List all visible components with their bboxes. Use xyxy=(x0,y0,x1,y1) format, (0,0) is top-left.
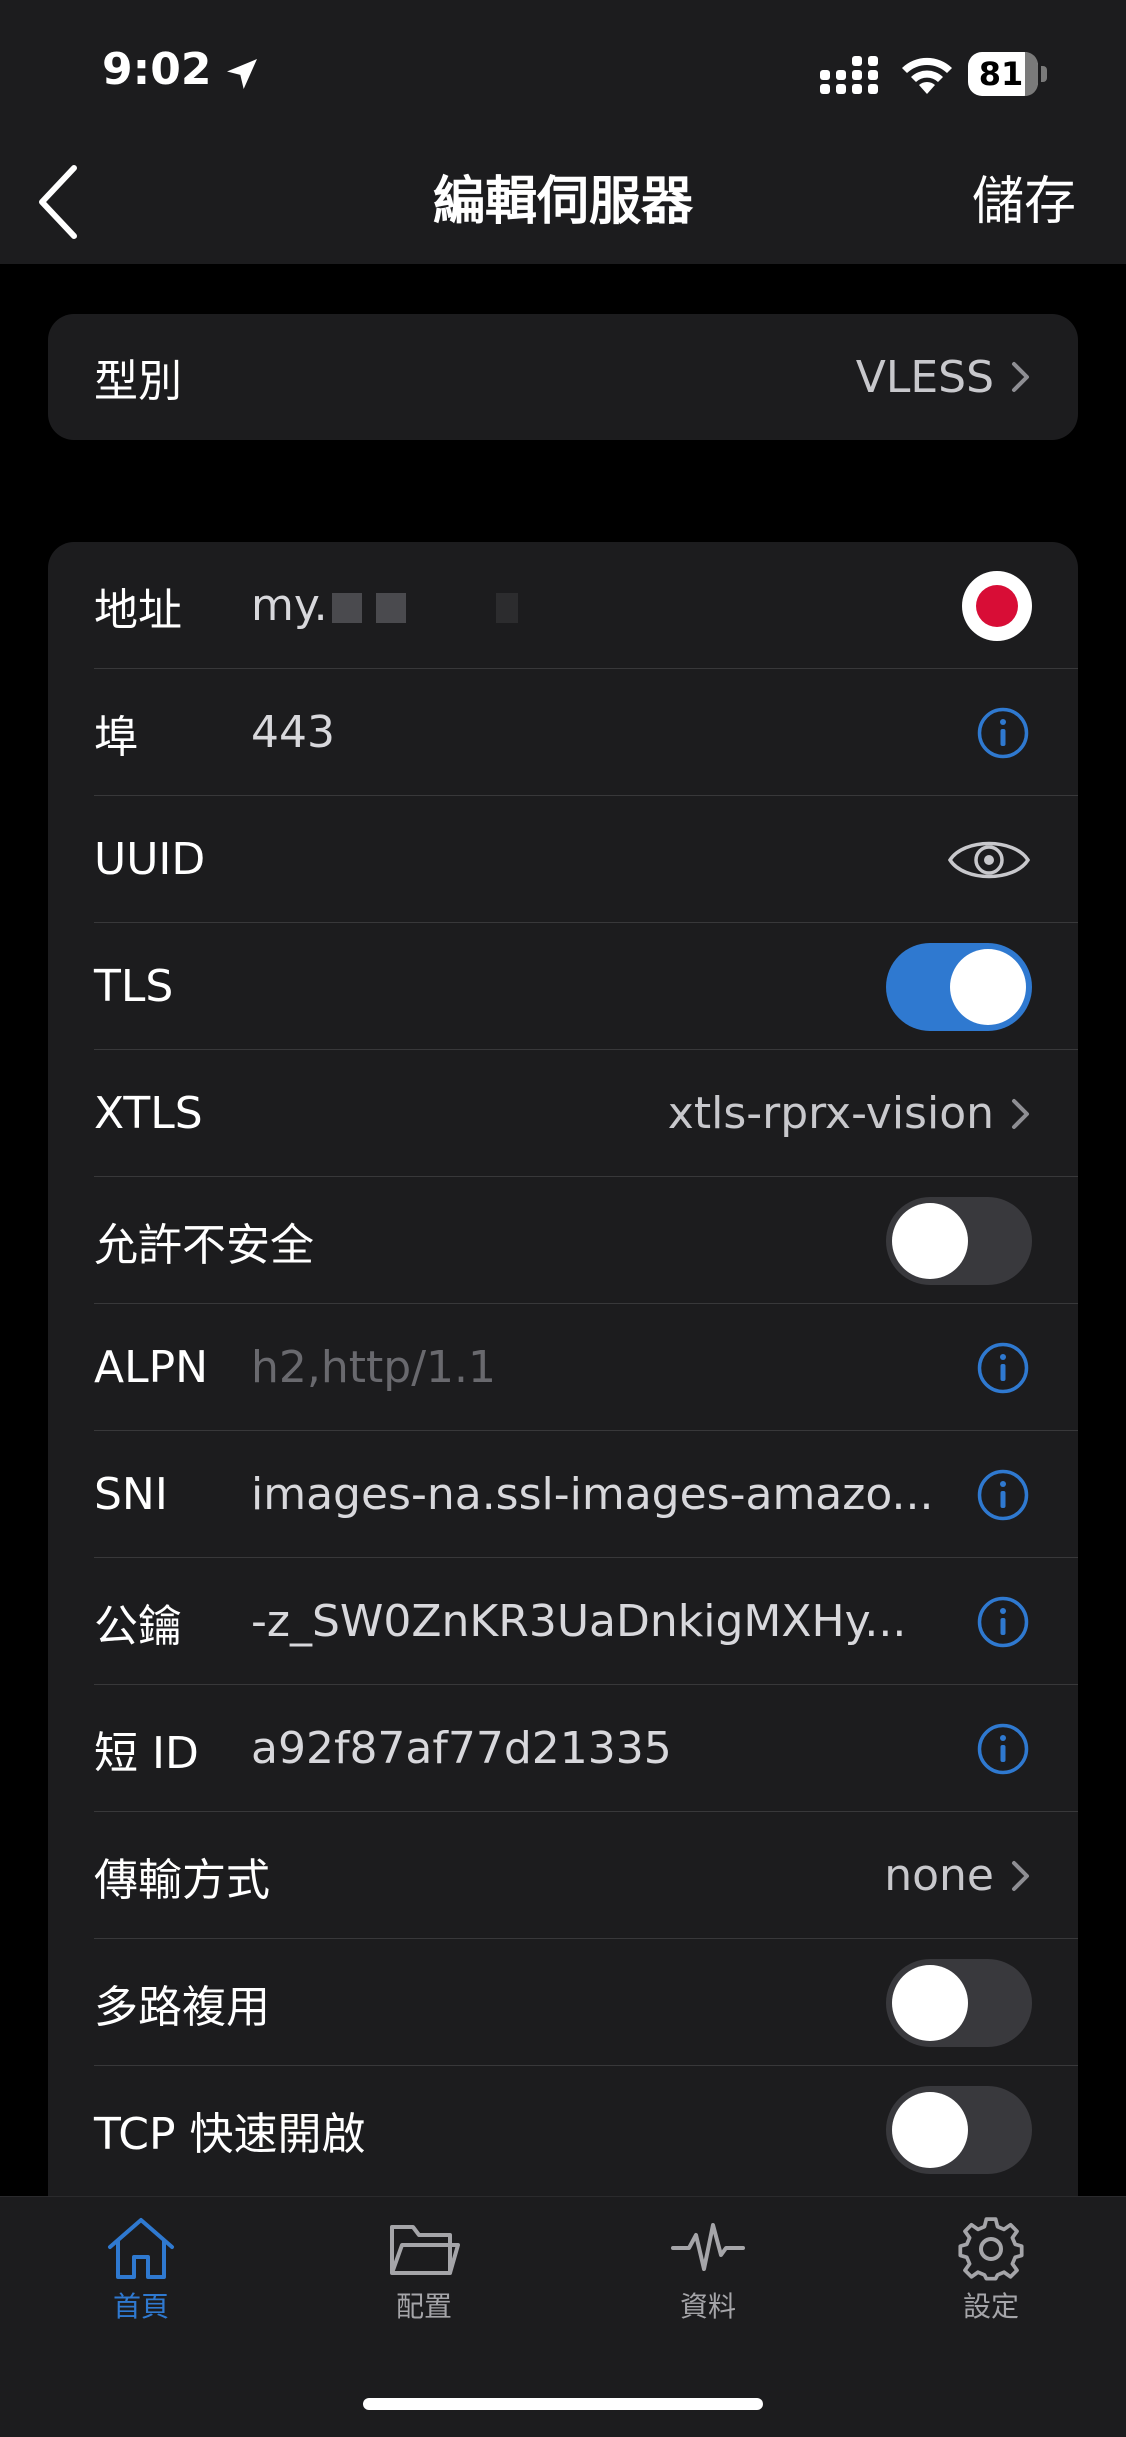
transport-label: 傳輸方式 xyxy=(94,1854,270,1906)
tab-label: 首頁 xyxy=(112,2290,169,2323)
address-value: my. xyxy=(251,580,328,631)
xtls-label: XTLS xyxy=(94,1088,203,1139)
short-id-row[interactable]: 短 ID a92f87af77d21335 xyxy=(48,1685,1078,1812)
type-row[interactable]: 型別 VLESS xyxy=(48,314,1078,440)
tab-config[interactable]: 配置 xyxy=(349,2215,499,2325)
allow-insecure-label: 允許不安全 xyxy=(94,1219,314,1271)
tab-home[interactable]: 首頁 xyxy=(66,2215,216,2325)
info-icon[interactable] xyxy=(976,1595,1030,1649)
home-icon xyxy=(108,2218,174,2279)
transport-value: none xyxy=(884,1850,994,1901)
address-label: 地址 xyxy=(94,584,182,636)
tls-row: TLS xyxy=(48,923,1078,1050)
chevron-right-icon xyxy=(1012,1098,1029,1129)
server-settings-card: 地址 my. 埠 443 UUID TLS XTLS xtls-rprx-vis… xyxy=(48,542,1078,2242)
toggle-knob xyxy=(950,948,1026,1025)
short-id-field[interactable]: a92f87af77d21335 xyxy=(251,1723,672,1774)
cellular-signal-icon xyxy=(820,56,878,94)
tcp-fast-open-row: TCP 快速開啟 xyxy=(48,2066,1078,2193)
chevron-right-icon xyxy=(1012,362,1029,392)
page-title: 編輯伺服器 xyxy=(432,172,693,232)
port-row[interactable]: 埠 443 xyxy=(48,669,1078,796)
battery-icon: 81 xyxy=(968,52,1048,98)
sni-label: SNI xyxy=(94,1469,168,1520)
info-icon[interactable] xyxy=(976,1468,1030,1522)
tab-data[interactable]: 資料 xyxy=(633,2215,783,2325)
sni-field[interactable]: images-na.ssl-images-amazo... xyxy=(251,1469,933,1520)
mux-label: 多路複用 xyxy=(94,1981,270,2033)
redaction-mask xyxy=(331,593,362,623)
tls-label: TLS xyxy=(94,961,174,1012)
port-label: 埠 xyxy=(94,711,138,763)
port-field[interactable]: 443 xyxy=(251,707,335,758)
tcp-fast-open-label: TCP 快速開啟 xyxy=(94,2108,366,2160)
alpn-field[interactable]: h2,http/1.1 xyxy=(251,1342,496,1393)
tls-toggle[interactable] xyxy=(886,942,1032,1031)
type-label: 型別 xyxy=(94,356,182,407)
type-value: VLESS xyxy=(855,351,994,403)
xtls-row[interactable]: XTLS xtls-rprx-vision xyxy=(48,1050,1078,1177)
toggle-knob xyxy=(892,2091,968,2168)
allow-insecure-row: 允許不安全 xyxy=(48,1177,1078,1304)
battery-percent: 81 xyxy=(978,55,1024,93)
uuid-row[interactable]: UUID xyxy=(48,796,1078,923)
xtls-value: xtls-rprx-vision xyxy=(667,1088,994,1139)
mux-toggle[interactable] xyxy=(886,1958,1032,2047)
transport-row[interactable]: 傳輸方式 none xyxy=(48,1812,1078,1939)
chevron-right-icon xyxy=(1012,1860,1029,1891)
type-card: 型別 VLESS xyxy=(48,314,1078,440)
info-icon[interactable] xyxy=(976,1341,1030,1395)
gear-icon xyxy=(958,2217,1024,2281)
info-icon[interactable] xyxy=(976,1722,1030,1776)
uuid-label: UUID xyxy=(94,834,206,885)
folder-icon xyxy=(390,2225,460,2275)
public-key-label: 公鑰 xyxy=(94,1600,182,1652)
toggle-knob xyxy=(892,1202,968,1279)
tcp-fast-open-toggle[interactable] xyxy=(886,2085,1032,2174)
address-row[interactable]: 地址 my. xyxy=(48,542,1078,669)
info-icon[interactable] xyxy=(976,706,1030,760)
save-button[interactable]: 儲存 xyxy=(972,160,1076,244)
tab-label: 資料 xyxy=(679,2290,736,2323)
top-bar: 9:02 81 編輯伺服器 儲存 xyxy=(0,0,1126,264)
address-field[interactable]: my. xyxy=(251,580,518,631)
public-key-row[interactable]: 公鑰 -z_SW0ZnKR3UaDnkigMXHy... xyxy=(48,1558,1078,1685)
sni-row[interactable]: SNI images-na.ssl-images-amazo... xyxy=(48,1431,1078,1558)
tab-label: 配置 xyxy=(395,2290,452,2323)
public-key-field[interactable]: -z_SW0ZnKR3UaDnkigMXHy... xyxy=(251,1596,906,1647)
home-indicator xyxy=(363,2398,763,2410)
record-dot-icon xyxy=(976,584,1018,627)
tab-label: 設定 xyxy=(962,2290,1019,2323)
toggle-knob xyxy=(892,1964,968,2041)
mux-row: 多路複用 xyxy=(48,1939,1078,2066)
redaction-mask xyxy=(375,593,406,623)
status-time: 9:02 xyxy=(102,44,212,95)
eye-icon[interactable] xyxy=(946,832,1032,888)
tab-settings[interactable]: 設定 xyxy=(916,2215,1066,2325)
short-id-label: 短 ID xyxy=(94,1727,199,1779)
location-arrow-icon xyxy=(227,59,257,89)
record-button[interactable] xyxy=(962,570,1032,641)
redaction-mask xyxy=(495,593,518,623)
allow-insecure-toggle[interactable] xyxy=(886,1196,1032,1285)
alpn-label: ALPN xyxy=(94,1342,209,1393)
wifi-icon xyxy=(902,57,952,94)
alpn-row[interactable]: ALPN h2,http/1.1 xyxy=(48,1304,1078,1431)
activity-icon xyxy=(671,2223,745,2271)
